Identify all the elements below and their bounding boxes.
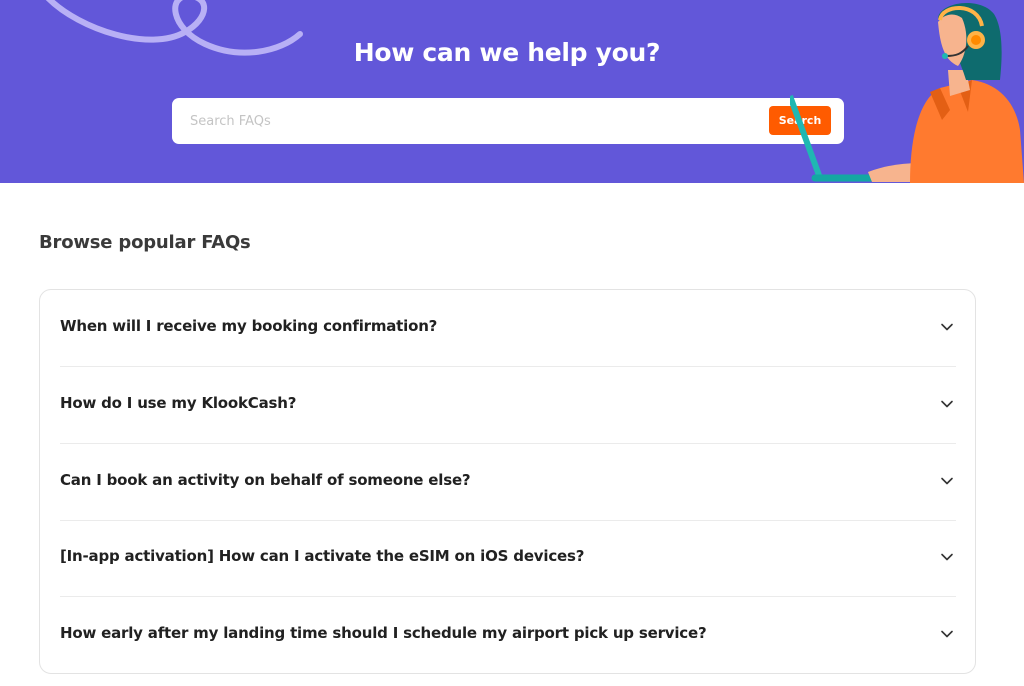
faq-item[interactable]: When will I receive my booking confirmat… [60, 290, 956, 367]
faq-question: Can I book an activity on behalf of some… [60, 471, 471, 489]
faq-question: How do I use my KlookCash? [60, 394, 297, 412]
chevron-down-icon [941, 553, 953, 561]
faq-item[interactable]: Can I book an activity on behalf of some… [60, 444, 956, 521]
hero-banner: How can we help you? Search [0, 0, 1024, 183]
faq-question: When will I receive my booking confirmat… [60, 317, 438, 335]
faq-list: When will I receive my booking confirmat… [39, 289, 976, 674]
search-box: Search [172, 98, 844, 144]
faq-item[interactable]: How early after my landing time should I… [60, 597, 956, 674]
search-input[interactable] [190, 110, 750, 132]
faq-question: [In-app activation] How can I activate t… [60, 547, 585, 565]
chevron-down-icon [941, 477, 953, 485]
faq-item[interactable]: [In-app activation] How can I activate t… [60, 520, 956, 597]
support-agent-illustration [790, 2, 1024, 183]
chevron-down-icon [941, 400, 953, 408]
faq-item[interactable]: How do I use my KlookCash? [60, 367, 956, 444]
chevron-down-icon [941, 630, 953, 638]
chevron-down-icon [941, 323, 953, 331]
faq-question: How early after my landing time should I… [60, 624, 707, 642]
faq-section-title: Browse popular FAQs [39, 232, 251, 253]
